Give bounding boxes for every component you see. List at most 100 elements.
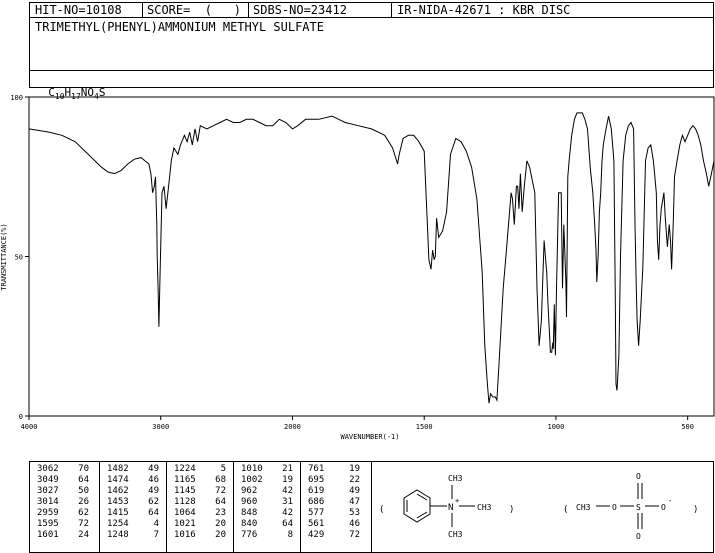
peak-transmittance: 68 <box>215 475 226 485</box>
y-tick-label: 100 <box>10 94 23 102</box>
peak-transmittance: 47 <box>349 497 360 507</box>
peak-table-row: 1064 23 <box>174 508 226 519</box>
y-tick-label: 50 <box>15 254 23 262</box>
peak-table-row: 1128 64 <box>174 497 226 508</box>
peak-transmittance: 42 <box>282 486 293 496</box>
peak-wavenumber: 840 <box>241 519 258 529</box>
y-tick-label: 0 <box>19 413 23 421</box>
peak-transmittance: 72 <box>78 519 89 529</box>
peak-wavenumber: 1462 <box>107 486 129 496</box>
peak-transmittance: 7 <box>153 530 159 540</box>
peak-table-row: 1601 24 <box>37 530 89 541</box>
peak-transmittance: 4 <box>153 519 159 529</box>
peak-wavenumber: 3049 <box>37 475 59 485</box>
peak-transmittance: 49 <box>349 486 360 496</box>
peak-table-row: 3027 50 <box>37 486 89 497</box>
x-tick-label: 4000 <box>21 423 38 431</box>
peak-wavenumber: 1128 <box>174 497 196 507</box>
peak-transmittance: 8 <box>287 530 293 540</box>
peak-wavenumber: 1224 <box>174 464 196 474</box>
peak-wavenumber: 1016 <box>174 530 196 540</box>
peak-table-column: 3062 70 3049 64 3027 50 3014 26 2959 62 1595 72 1601… <box>37 464 89 541</box>
peak-transmittance: 49 <box>148 464 159 474</box>
peak-wavenumber: 1165 <box>174 475 196 485</box>
peak-table-row: 2959 62 <box>37 508 89 519</box>
peak-table-row: 848 42 <box>241 508 293 519</box>
x-tick-label: 1500 <box>416 423 433 431</box>
peak-wavenumber: 776 <box>241 530 258 540</box>
y-axis-label: TRANSMITTANCE(%) <box>0 223 8 290</box>
peak-transmittance: 62 <box>78 508 89 518</box>
peak-transmittance: 72 <box>215 486 226 496</box>
peak-table-row: 1248 7 <box>107 530 159 541</box>
peak-transmittance: 46 <box>148 475 159 485</box>
anion-paren-open: ( <box>563 505 568 515</box>
peak-wavenumber: 1601 <box>37 530 59 540</box>
peak-table-row: 1595 72 <box>37 519 89 530</box>
x-tick-label: 1000 <box>547 423 564 431</box>
peak-transmittance: 31 <box>282 497 293 507</box>
nitrogen-charge: + <box>455 497 459 505</box>
peak-table-row: 3014 26 <box>37 497 89 508</box>
peak-transmittance: 19 <box>349 464 360 474</box>
peak-transmittance: 64 <box>148 508 159 518</box>
peak-wavenumber: 761 <box>308 464 325 474</box>
peak-table-row: 429 72 <box>308 530 360 541</box>
anionic-oxygen: O <box>661 503 666 512</box>
peak-wavenumber: 429 <box>308 530 325 540</box>
peak-table-row: 1415 64 <box>107 508 159 519</box>
peak-wavenumber: 695 <box>308 475 325 485</box>
x-tick-label: 500 <box>681 423 694 431</box>
peak-wavenumber: 848 <box>241 508 258 518</box>
peak-transmittance: 53 <box>349 508 360 518</box>
peak-table-row: 3062 70 <box>37 464 89 475</box>
peak-table-row: 3049 64 <box>37 475 89 486</box>
top-methyl: CH3 <box>448 474 463 483</box>
peak-transmittance: 21 <box>282 464 293 474</box>
peak-wavenumber: 1474 <box>107 475 129 485</box>
peak-wavenumber: 1482 <box>107 464 129 474</box>
peak-wavenumber: 1010 <box>241 464 263 474</box>
peak-table-row: 577 53 <box>308 508 360 519</box>
peak-wavenumber: 1415 <box>107 508 129 518</box>
peak-table-row: 1453 62 <box>107 497 159 508</box>
peak-table-row: 960 31 <box>241 497 293 508</box>
peak-transmittance: 26 <box>78 497 89 507</box>
peak-table-row: 1165 68 <box>174 475 226 486</box>
peak-table-row: 962 42 <box>241 486 293 497</box>
peak-table-row: 1224 5 <box>174 464 226 475</box>
peak-wavenumber: 3062 <box>37 464 59 474</box>
peak-wavenumber: 1145 <box>174 486 196 496</box>
peak-transmittance: 20 <box>215 530 226 540</box>
peak-transmittance: 64 <box>78 475 89 485</box>
peak-table-column-divider <box>99 461 100 553</box>
peak-transmittance: 49 <box>148 486 159 496</box>
peak-wavenumber: 619 <box>308 486 325 496</box>
peak-wavenumber: 686 <box>308 497 325 507</box>
peak-transmittance: 42 <box>282 508 293 518</box>
peak-table-row: 1482 49 <box>107 464 159 475</box>
peak-table-column: 1482 49 1474 46 1462 49 1453 62 1415 64 1254 4 1248 7 <box>107 464 159 541</box>
peak-transmittance: 20 <box>215 519 226 529</box>
peak-wavenumber: 561 <box>308 519 325 529</box>
cation-paren-open: ( <box>379 505 384 515</box>
peak-table-column: 761 19 695 22 619 49 686 47 577 53 561 46 429 72 <box>308 464 360 541</box>
peak-table-row: 776 8 <box>241 530 293 541</box>
peak-table-row: 1254 4 <box>107 519 159 530</box>
peak-table-column: 1010 21 1002 19 962 42 960 31 848 42 840 64 776 8 <box>241 464 293 541</box>
peak-transmittance: 64 <box>282 519 293 529</box>
peak-table-row: 1021 20 <box>174 519 226 530</box>
peak-transmittance: 64 <box>215 497 226 507</box>
ir-spectrum-chart: 4000 3000 2000 1500 1000 500 0 50 100 WAVENUMBER… <box>0 94 715 441</box>
peak-wavenumber: 1064 <box>174 508 196 518</box>
peak-transmittance: 22 <box>349 475 360 485</box>
peak-wavenumber: 1002 <box>241 475 263 485</box>
peak-table: 3062 70 3049 64 3027 50 3014 26 2959 62 1595 72 1601… <box>29 461 372 553</box>
peak-transmittance: 50 <box>78 486 89 496</box>
peak-table-row: 561 46 <box>308 519 360 530</box>
x-tick-label: 3000 <box>152 423 169 431</box>
peak-table-row: 1002 19 <box>241 475 293 486</box>
peak-table-column-divider <box>300 461 301 553</box>
peak-transmittance: 5 <box>220 464 226 474</box>
peak-table-row: 840 64 <box>241 519 293 530</box>
